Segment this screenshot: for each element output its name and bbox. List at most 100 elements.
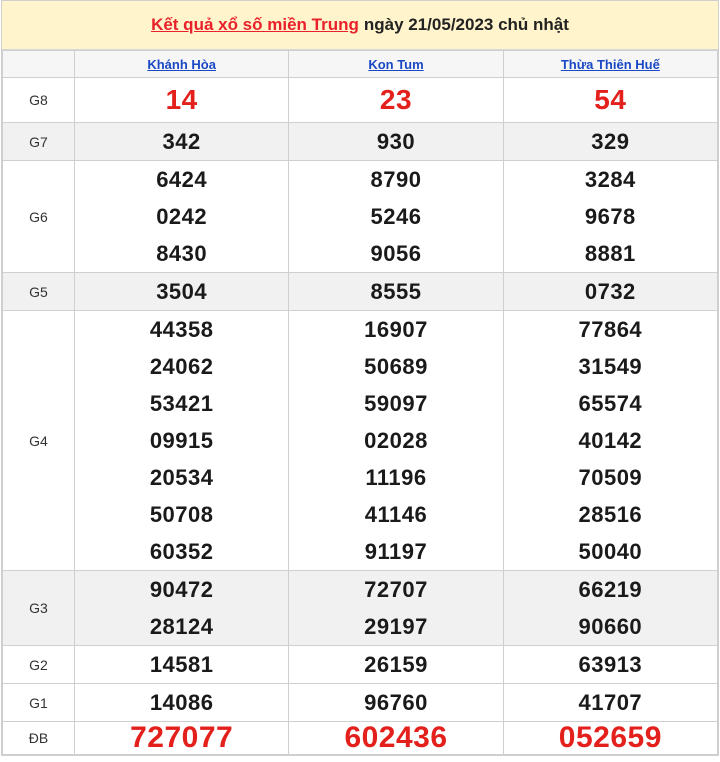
prize-number: 50040 xyxy=(578,539,643,564)
results-table: Khánh Hòa Kon Tum Thừa Thiên Huế G8 14 2… xyxy=(2,50,719,755)
prize-number: 40142 xyxy=(578,428,643,453)
prize-row-g1: G1 14086 96760 41707 xyxy=(2,683,719,722)
prize-cell: 342 xyxy=(73,122,290,161)
prize-row-special: ĐB 727077 602436 052659 xyxy=(2,721,719,755)
province-header-thua-thien-hue: Thừa Thiên Huế xyxy=(502,50,719,78)
prize-number: 16907 xyxy=(364,317,428,342)
prize-number: 44358 xyxy=(149,317,214,342)
prize-row-g3: G3 90472 28124 72707 29197 66219 90660 xyxy=(2,570,719,646)
prize-cell: 8790 5246 9056 xyxy=(288,160,504,273)
prize-row-g7: G7 342 930 329 xyxy=(2,122,719,161)
prize-number: 90660 xyxy=(578,614,643,639)
prize-number: 23 xyxy=(379,84,413,115)
prize-cell: 90472 28124 xyxy=(73,570,290,646)
results-date-text: ngày 21/05/2023 chủ nhật xyxy=(363,15,569,34)
prize-number: 14 xyxy=(165,84,198,115)
prize-number: 41707 xyxy=(578,690,643,715)
prize-number: 59097 xyxy=(364,391,428,416)
results-panel: Kết quả xổ số miền Trung ngày 21/05/2023… xyxy=(1,0,719,756)
prize-number: 329 xyxy=(591,129,630,154)
prize-row-g4: G4 44358 24062 53421 09915 20534 50708 6… xyxy=(2,310,719,571)
prize-number: 91197 xyxy=(364,539,428,564)
prize-label-g2: G2 xyxy=(2,645,75,684)
prize-number: 8790 xyxy=(370,167,422,192)
prize-number: 77864 xyxy=(578,317,643,342)
prize-label-g5: G5 xyxy=(2,272,75,311)
prize-number: 9678 xyxy=(584,204,636,229)
prize-number: 9056 xyxy=(370,241,422,266)
prize-number: 14086 xyxy=(149,690,214,715)
province-link-kon-tum[interactable]: Kon Tum xyxy=(368,57,423,72)
prize-label-special: ĐB xyxy=(2,721,75,755)
prize-cell: 14086 xyxy=(73,683,290,722)
prize-number: 53421 xyxy=(149,391,214,416)
prize-label-g7: G7 xyxy=(2,122,75,161)
prize-row-g5: G5 3504 8555 0732 xyxy=(2,272,719,311)
prize-number: 342 xyxy=(162,129,201,154)
prize-cell: 23 xyxy=(288,77,504,123)
prize-number: 6424 xyxy=(156,167,208,192)
prize-cell: 6424 0242 8430 xyxy=(73,160,290,273)
prize-number: 052659 xyxy=(558,721,662,754)
prize-number: 930 xyxy=(376,129,416,154)
header-blank-cell xyxy=(2,50,75,78)
prize-cell: 77864 31549 65574 40142 70509 28516 5004… xyxy=(502,310,719,571)
prize-number: 5246 xyxy=(370,204,422,229)
prize-number: 0242 xyxy=(156,204,208,229)
prize-cell: 3504 xyxy=(73,272,290,311)
prize-cell: 54 xyxy=(502,77,719,123)
prize-cell: 14 xyxy=(73,77,290,123)
prize-number: 3284 xyxy=(584,167,636,192)
prize-number: 50708 xyxy=(149,502,214,527)
prize-label-g8: G8 xyxy=(2,77,75,123)
prize-number: 60352 xyxy=(149,539,214,564)
prize-cell: 96760 xyxy=(288,683,504,722)
prize-label-g6: G6 xyxy=(2,160,75,273)
prize-row-g6: G6 6424 0242 8430 8790 5246 9056 3284 96… xyxy=(2,160,719,273)
prize-cell: 3284 9678 8881 xyxy=(502,160,719,273)
prize-number: 54 xyxy=(594,84,627,115)
prize-cell: 41707 xyxy=(502,683,719,722)
prize-number: 65574 xyxy=(578,391,643,416)
region-results-link[interactable]: Kết quả xổ số miền Trung xyxy=(151,15,359,35)
prize-row-g2: G2 14581 26159 63913 xyxy=(2,645,719,684)
province-header-kon-tum: Kon Tum xyxy=(288,50,504,78)
prize-number: 90472 xyxy=(149,577,214,602)
prize-number: 8881 xyxy=(584,241,636,266)
prize-cell: 44358 24062 53421 09915 20534 50708 6035… xyxy=(73,310,290,571)
prize-label-g1: G1 xyxy=(2,683,75,722)
prize-number: 24062 xyxy=(149,354,214,379)
prize-cell: 8555 xyxy=(288,272,504,311)
prize-number: 09915 xyxy=(149,428,214,453)
prize-number: 20534 xyxy=(149,465,214,490)
province-header-row: Khánh Hòa Kon Tum Thừa Thiên Huế xyxy=(2,50,719,78)
province-link-thua-thien-hue[interactable]: Thừa Thiên Huế xyxy=(561,57,660,72)
prize-cell: 14581 xyxy=(73,645,290,684)
prize-number: 727077 xyxy=(130,721,234,754)
prize-number: 8555 xyxy=(370,279,422,304)
prize-label-g3: G3 xyxy=(2,570,75,646)
province-link-khanh-hoa[interactable]: Khánh Hòa xyxy=(147,57,216,72)
prize-number: 0732 xyxy=(584,279,636,304)
prize-cell: 16907 50689 59097 02028 11196 41146 9119… xyxy=(288,310,504,571)
prize-number: 28124 xyxy=(149,614,214,639)
prize-number: 50689 xyxy=(364,354,428,379)
prize-number: 11196 xyxy=(365,465,427,490)
prize-cell: 66219 90660 xyxy=(502,570,719,646)
prize-number: 26159 xyxy=(364,652,428,677)
prize-label-g4: G4 xyxy=(2,310,75,571)
prize-cell: 72707 29197 xyxy=(288,570,504,646)
prize-number: 29197 xyxy=(364,614,428,639)
prize-cell: 052659 xyxy=(502,721,719,755)
prize-number: 602436 xyxy=(344,721,448,754)
prize-number: 3504 xyxy=(156,279,208,304)
prize-number: 66219 xyxy=(578,577,643,602)
prize-number: 31549 xyxy=(578,354,643,379)
prize-number: 41146 xyxy=(364,502,428,527)
prize-number: 70509 xyxy=(578,465,643,490)
province-header-khanh-hoa: Khánh Hòa xyxy=(73,50,290,78)
prize-number: 02028 xyxy=(364,428,428,453)
results-title-bar: Kết quả xổ số miền Trung ngày 21/05/2023… xyxy=(2,1,718,50)
prize-number: 72707 xyxy=(364,577,428,602)
prize-cell: 602436 xyxy=(288,721,504,755)
